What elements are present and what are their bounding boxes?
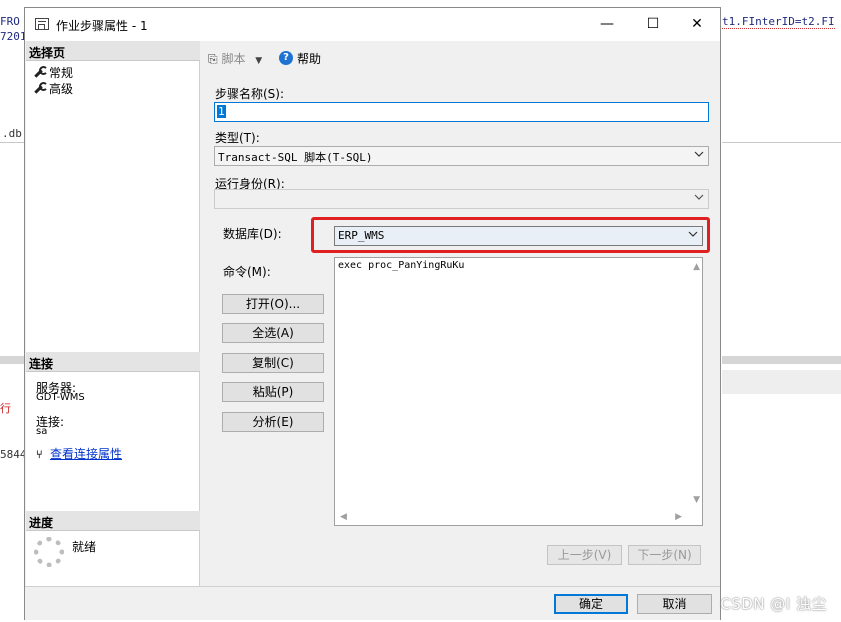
script-icon: ⎘ bbox=[208, 52, 218, 66]
progress-header: 进度 bbox=[26, 511, 200, 531]
scroll-left-icon[interactable]: ◀ bbox=[340, 512, 347, 522]
wrench-icon bbox=[33, 82, 48, 94]
run-as-select[interactable] bbox=[214, 189, 709, 209]
step-name-label: 步骤名称(S): bbox=[215, 87, 285, 101]
background-status-text: 行 bbox=[0, 402, 11, 415]
type-value: Transact-SQL 脚本(T-SQL) bbox=[218, 151, 373, 164]
ok-button[interactable]: 确定 bbox=[554, 594, 628, 614]
cancel-button[interactable]: 取消 bbox=[637, 594, 712, 614]
title-bar[interactable]: 作业步骤属性 - 1 — ☐ ✕ bbox=[25, 8, 720, 41]
chevron-down-icon[interactable]: ▼ bbox=[255, 56, 262, 66]
close-button[interactable]: ✕ bbox=[674, 8, 720, 41]
background-divider bbox=[722, 142, 841, 143]
script-button[interactable]: ⎘ 脚本 ▼ bbox=[208, 50, 262, 67]
dialog-footer: 确定 取消 bbox=[25, 586, 720, 620]
chevron-down-icon bbox=[694, 149, 704, 159]
database-label: 数据库(D): bbox=[223, 227, 282, 241]
connection-value: sa bbox=[36, 426, 48, 437]
wrench-icon bbox=[33, 66, 48, 78]
script-label: 脚本 bbox=[221, 52, 246, 66]
page-item-label: 高级 bbox=[49, 82, 74, 96]
background-code-line: t1.FInterID=t2.FI bbox=[722, 15, 835, 29]
select-all-button[interactable]: 全选(A) bbox=[222, 323, 324, 343]
database-highlight-box bbox=[311, 217, 710, 253]
background-code-line: 7201 bbox=[0, 30, 27, 43]
open-button[interactable]: 打开(O)... bbox=[222, 294, 324, 314]
paste-button[interactable]: 粘贴(P) bbox=[222, 382, 324, 402]
help-button[interactable]: 帮助 bbox=[297, 50, 321, 67]
scroll-down-icon[interactable]: ▼ bbox=[693, 495, 700, 505]
scroll-up-icon[interactable]: ▲ bbox=[693, 262, 700, 272]
view-connection-properties[interactable]: ⑂ 查看连接属性 bbox=[36, 445, 122, 462]
progress-spinner-icon bbox=[34, 537, 64, 567]
chevron-down-icon bbox=[694, 192, 704, 202]
step-name-value: 1 bbox=[217, 105, 226, 118]
copy-button[interactable]: 复制(C) bbox=[222, 353, 324, 373]
background-panel-strip bbox=[0, 356, 24, 364]
window-icon bbox=[35, 18, 49, 30]
scroll-right-icon[interactable]: ▶ bbox=[675, 512, 682, 522]
background-db-fragment: .db bbox=[2, 127, 22, 140]
command-textarea[interactable]: exec proc_PanYingRuKu ▲ ▼ ◀ ▶ bbox=[334, 257, 703, 526]
page-item-advanced[interactable]: 高级 bbox=[33, 80, 73, 96]
step-name-input[interactable]: 1 bbox=[214, 102, 709, 122]
progress-status: 就绪 bbox=[72, 540, 97, 554]
view-connection-properties-link[interactable]: 查看连接属性 bbox=[50, 447, 122, 461]
background-panel-strip bbox=[722, 370, 841, 394]
window-title: 作业步骤属性 - 1 bbox=[56, 19, 148, 33]
job-step-properties-dialog: 作业步骤属性 - 1 — ☐ ✕ 选择页 常规 高级 连接 服务器: GDT-W… bbox=[24, 7, 721, 620]
background-code-line: FRO bbox=[0, 15, 20, 28]
background-divider bbox=[0, 142, 24, 143]
minimize-button[interactable]: — bbox=[584, 8, 630, 41]
page-item-general[interactable]: 常规 bbox=[33, 64, 73, 80]
server-value: GDT-WMS bbox=[36, 392, 85, 403]
previous-step-button[interactable]: 上一步(V) bbox=[547, 545, 622, 565]
background-panel-strip bbox=[722, 356, 841, 364]
page-item-label: 常规 bbox=[49, 66, 74, 80]
type-select[interactable]: Transact-SQL 脚本(T-SQL) bbox=[214, 146, 709, 166]
background-number: 5844 bbox=[0, 448, 27, 461]
next-step-button[interactable]: 下一步(N) bbox=[628, 545, 701, 565]
help-icon[interactable]: ? bbox=[279, 51, 293, 65]
connection-header: 连接 bbox=[26, 352, 200, 372]
select-page-header: 选择页 bbox=[26, 41, 200, 61]
parse-button[interactable]: 分析(E) bbox=[222, 412, 324, 432]
connection-plug-icon: ⑂ bbox=[36, 448, 43, 461]
type-label: 类型(T): bbox=[215, 131, 260, 145]
maximize-button[interactable]: ☐ bbox=[630, 8, 676, 41]
command-text: exec proc_PanYingRuKu bbox=[338, 260, 465, 271]
command-label: 命令(M): bbox=[223, 265, 271, 279]
left-pane: 选择页 常规 高级 连接 服务器: GDT-WMS 连接: sa ⑂ 查看连接属性… bbox=[26, 41, 200, 586]
watermark-text: CSDN @I 浊尘 bbox=[720, 595, 827, 613]
